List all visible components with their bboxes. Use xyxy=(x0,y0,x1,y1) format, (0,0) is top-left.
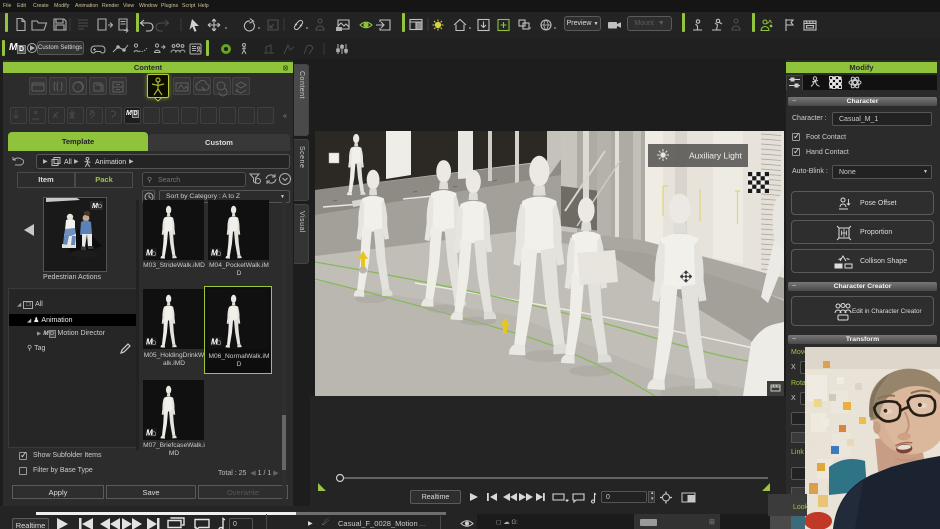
svg-text:Auxiliary Light: Auxiliary Light xyxy=(689,151,743,161)
svg-text:D: D xyxy=(98,204,102,210)
